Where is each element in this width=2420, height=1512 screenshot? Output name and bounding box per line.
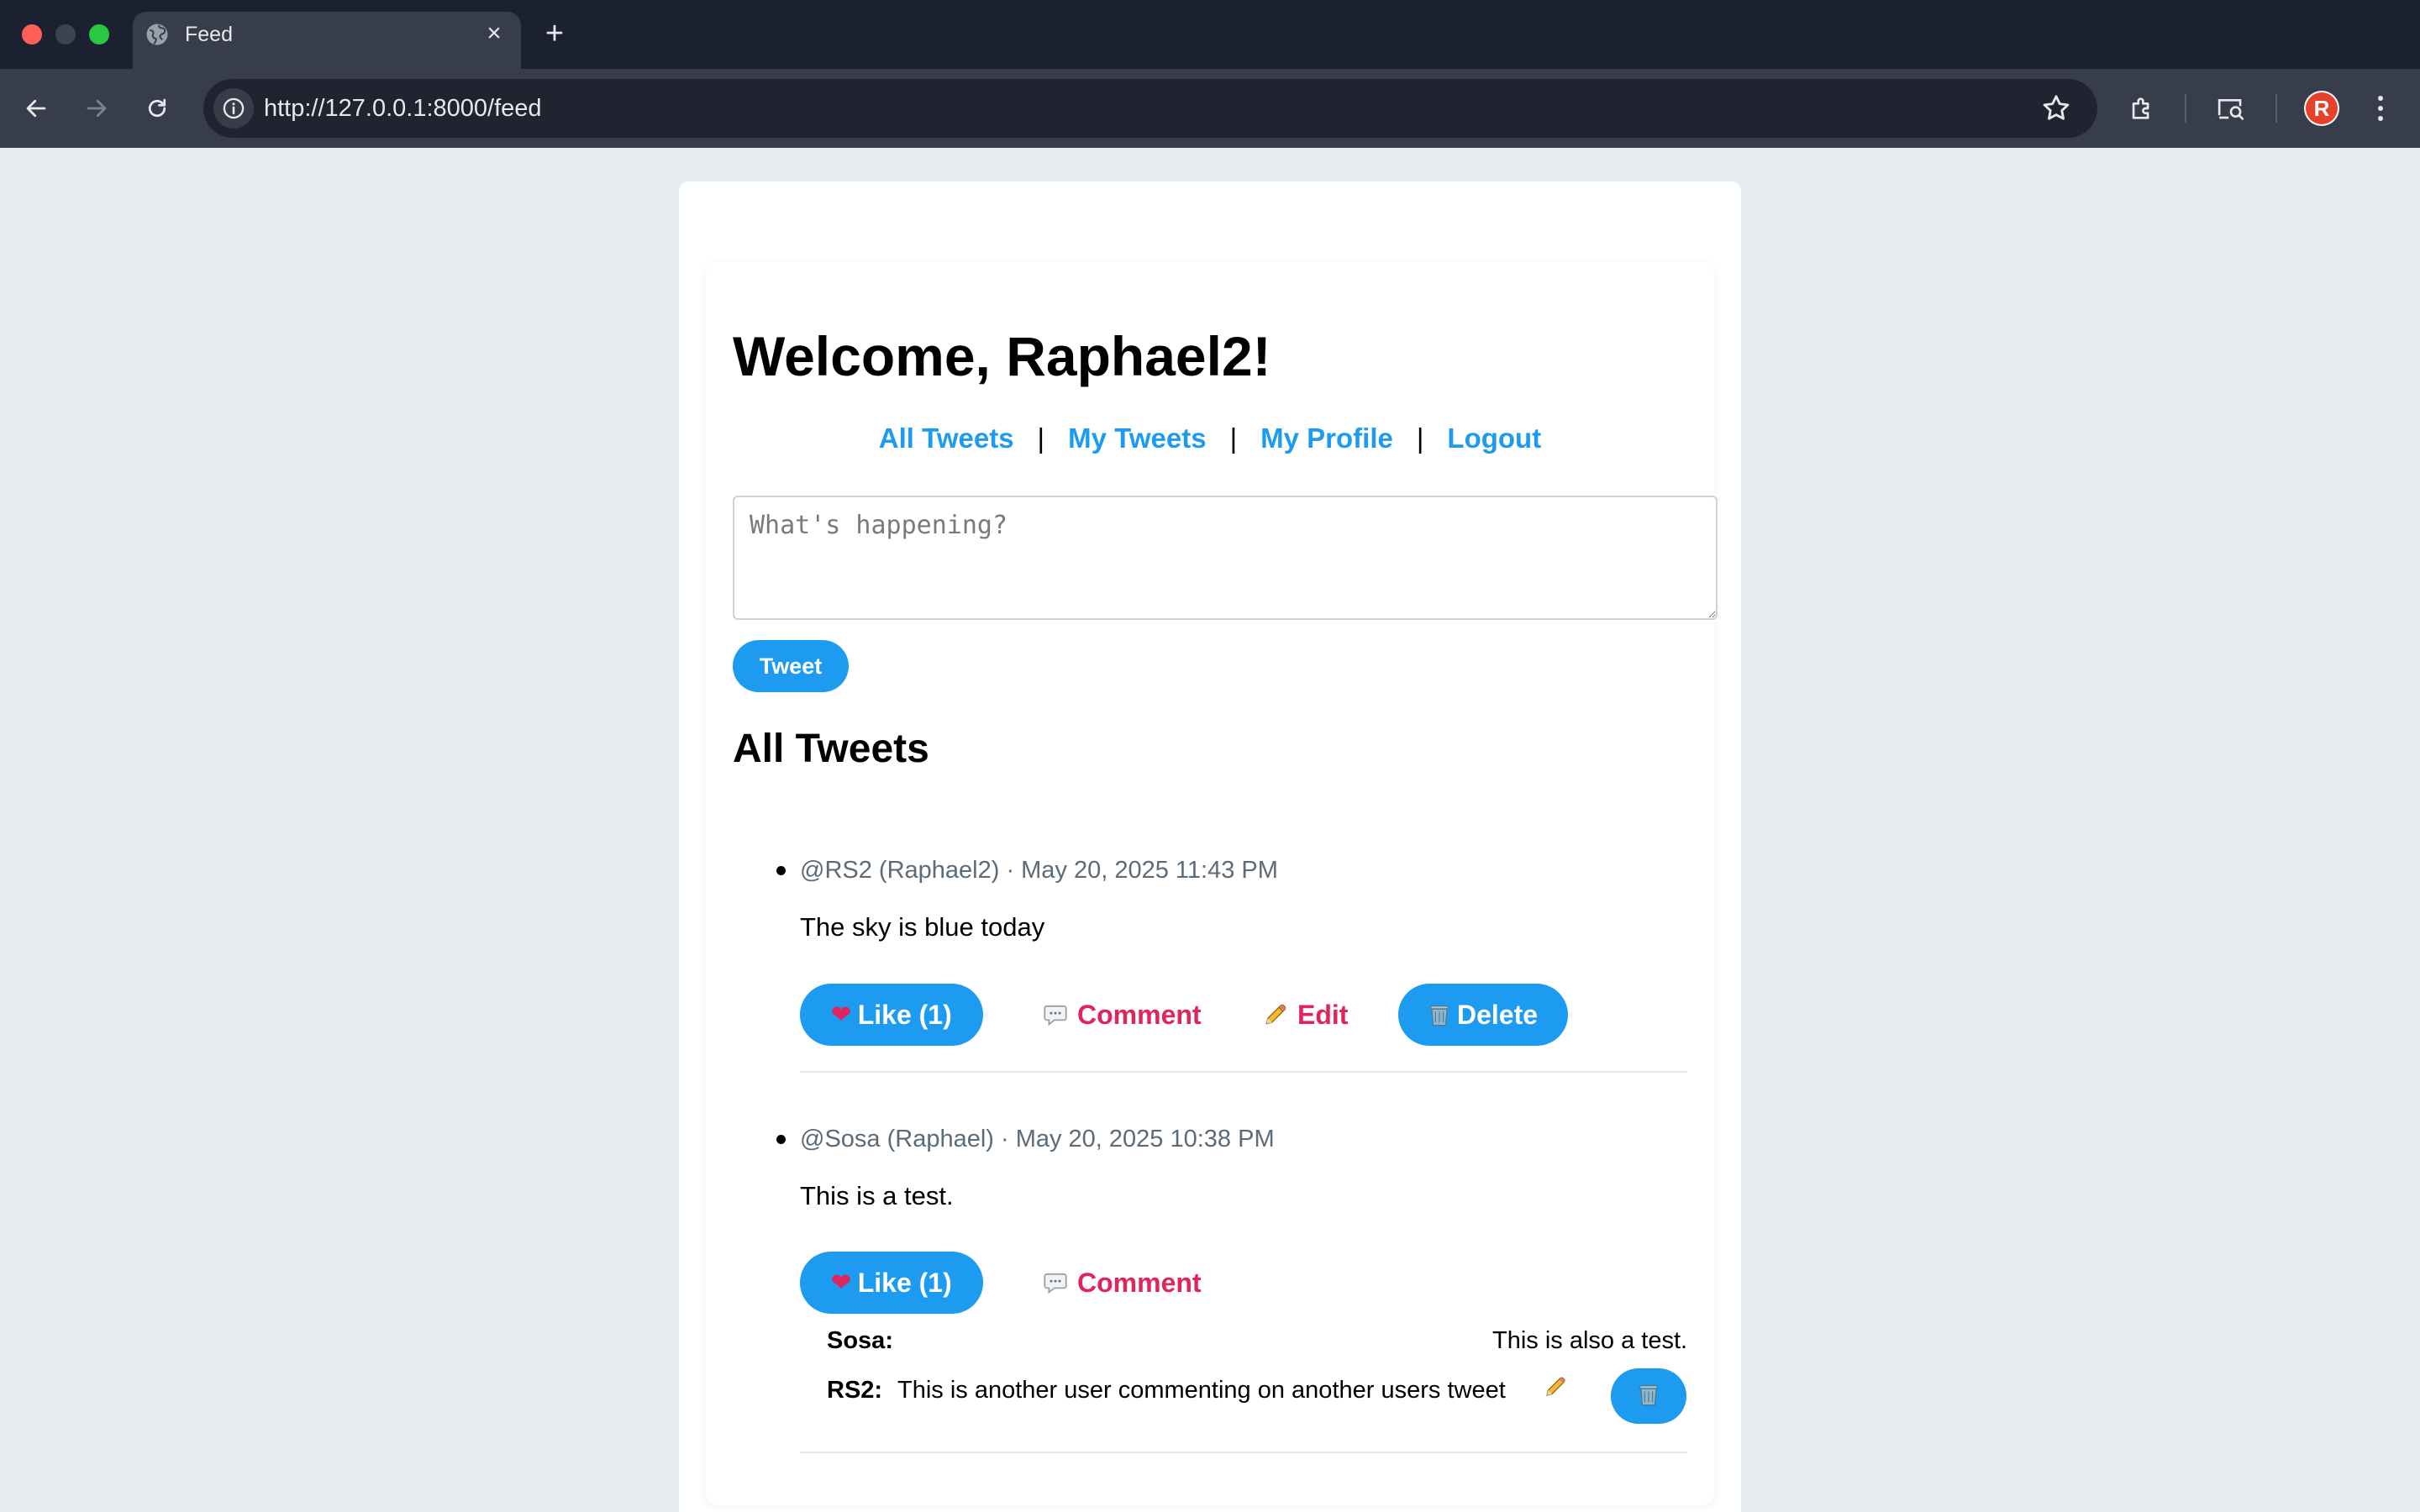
tweet-text: This is a test. (800, 1181, 954, 1210)
comment-link[interactable]: Comment (1042, 998, 1202, 1032)
cast-search-icon[interactable] (2212, 89, 2250, 128)
toolbar-divider (2185, 94, 2186, 123)
edit-label: Edit (1297, 1000, 1349, 1030)
pencil-icon[interactable] (1543, 1374, 1571, 1403)
profile-initial: R (2306, 92, 2338, 124)
delete-comment-button[interactable] (1611, 1368, 1686, 1424)
plus-icon[interactable]: + (541, 17, 568, 50)
compose-tweet-input[interactable] (733, 496, 1718, 620)
back-icon[interactable] (17, 89, 55, 128)
like-label: Like (1) (857, 1000, 952, 1030)
more-icon[interactable] (2368, 91, 2393, 126)
close-window-button[interactable] (22, 24, 42, 45)
list-bullet (776, 1135, 786, 1144)
globe-icon (146, 24, 168, 45)
nav-link-my-tweets[interactable]: My Tweets (1068, 423, 1206, 454)
page-title: Welcome, Raphael2! (733, 325, 1271, 387)
heart-icon: ❤ (831, 1001, 851, 1027)
tweet-button[interactable]: Tweet (733, 640, 849, 692)
browser-toolbar: http://127.0.0.1:8000/feed R (0, 69, 2420, 148)
maximize-window-button[interactable] (89, 24, 109, 45)
tweet-divider (800, 1071, 1687, 1073)
delete-button[interactable]: Delete (1398, 984, 1568, 1046)
nav-link-all-tweets[interactable]: All Tweets (879, 423, 1014, 454)
like-button[interactable]: ❤ Like (1) (800, 1252, 983, 1314)
tweet-text: The sky is blue today (800, 912, 1045, 942)
minimize-window-button[interactable] (55, 24, 76, 45)
url-text[interactable]: http://127.0.0.1:8000/feed (264, 95, 542, 122)
nav-link-logout[interactable]: Logout (1447, 423, 1541, 454)
trash-icon (1428, 1002, 1450, 1027)
list-bullet (776, 866, 786, 875)
extensions-icon[interactable] (2123, 89, 2161, 128)
speech-bubble-icon (1042, 1271, 1069, 1294)
tweet-meta: @Sosa (Raphael) · May 20, 2025 10:38 PM (800, 1126, 1275, 1152)
pencil-icon (1262, 1001, 1289, 1028)
main-nav: All Tweets | My Tweets | My Profile | Logout (733, 422, 1687, 455)
nav-link-my-profile[interactable]: My Profile (1260, 423, 1393, 454)
comment-author: Sosa: (827, 1327, 893, 1354)
star-icon[interactable] (2040, 92, 2072, 124)
heart-icon: ❤ (831, 1269, 851, 1295)
comment-author: RS2: (827, 1377, 883, 1404)
comment-label: Comment (1077, 1000, 1202, 1030)
tab-title: Feed (185, 23, 233, 46)
tweet-divider (800, 1452, 1687, 1453)
delete-label: Delete (1456, 1000, 1539, 1030)
like-label: Like (1) (857, 1268, 952, 1298)
nav-separator: | (1037, 423, 1045, 454)
nav-separator: | (1229, 423, 1238, 454)
section-title: All Tweets (733, 727, 929, 771)
avatar[interactable]: R (2304, 91, 2339, 126)
address-bar[interactable]: http://127.0.0.1:8000/feed (203, 79, 2097, 138)
toolbar-divider (2275, 94, 2277, 123)
browser-tab-bar: Feed × + (0, 0, 2420, 69)
trash-icon (1638, 1382, 1660, 1411)
reload-icon[interactable] (138, 89, 176, 128)
comment-link[interactable]: Comment (1042, 1266, 1202, 1299)
like-button[interactable]: ❤ Like (1) (800, 984, 983, 1046)
comment-text: This is also a test. (1492, 1327, 1688, 1354)
speech-bubble-icon (1042, 1003, 1069, 1026)
comment-text: This is another user commenting on anoth… (897, 1377, 1506, 1404)
edit-link[interactable]: Edit (1262, 998, 1348, 1032)
tweet-meta: @RS2 (Raphael2) · May 20, 2025 11:43 PM (800, 857, 1278, 884)
comment-label: Comment (1077, 1268, 1202, 1298)
forward-icon[interactable] (77, 89, 116, 128)
nav-separator: | (1416, 423, 1424, 454)
info-icon[interactable] (213, 88, 254, 129)
close-icon[interactable]: × (481, 20, 508, 47)
